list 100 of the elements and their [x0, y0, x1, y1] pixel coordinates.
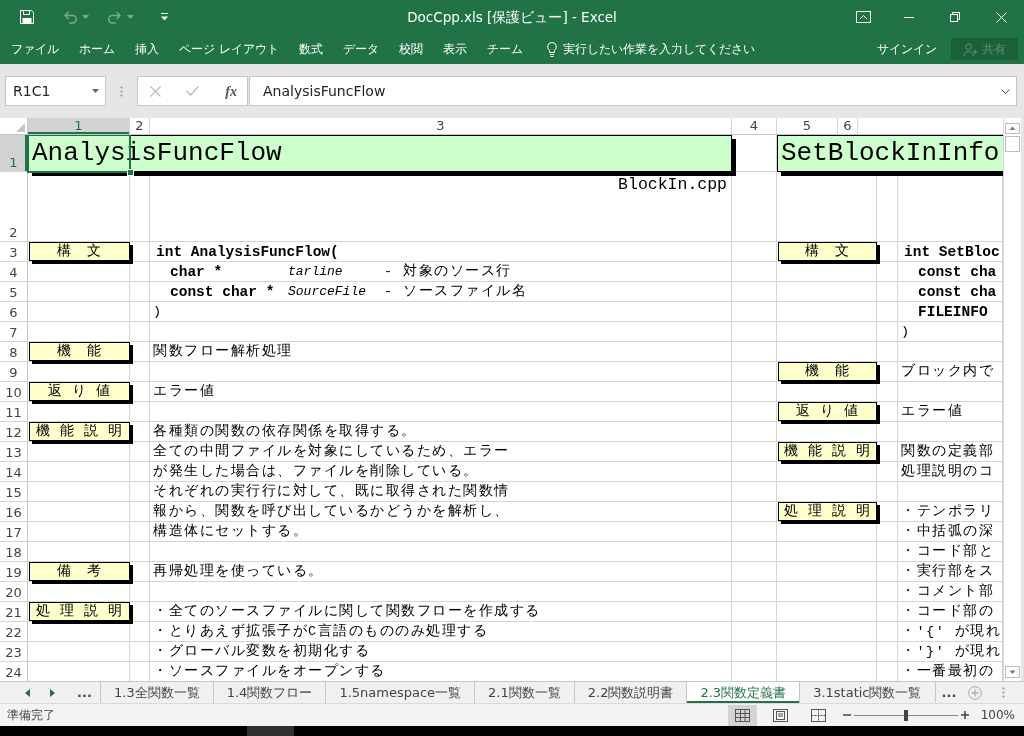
description-line: 関数フロー解析処理	[153, 344, 293, 360]
description-line: ・'}' が現れ	[901, 644, 1002, 660]
section-label: 返 り 値	[29, 382, 133, 404]
ribbon-tab[interactable]: ファイル	[1, 34, 69, 64]
section-label: 機 能	[29, 342, 133, 364]
sheet-tab[interactable]: 2.3関数定義書	[687, 682, 801, 703]
section-label: 構 文	[778, 242, 880, 264]
row-header[interactable]: 1	[0, 135, 28, 172]
section-label: 構 文	[29, 242, 133, 264]
grid-icon	[734, 708, 750, 722]
section-label: 返 り 値	[778, 402, 880, 424]
ribbon-tab[interactable]: 数式	[288, 34, 333, 64]
description-line: 処理説明のコ	[901, 464, 994, 480]
zoom-level-text[interactable]: 100%	[980, 706, 1015, 724]
description-line: ・コード部と	[901, 544, 994, 560]
column-header[interactable]: 3	[150, 118, 732, 134]
description-line: それぞれの実行行に対して、既に取得された関数情	[153, 484, 510, 500]
closing-parenthesis: )	[153, 304, 163, 320]
description-line: ・グローバル変数を初期化する	[153, 644, 370, 660]
column-header[interactable]: 6	[838, 118, 858, 134]
ribbon-tab[interactable]: 挿入	[125, 34, 169, 64]
plus-icon[interactable]	[960, 711, 969, 719]
section-label: 機 能	[778, 362, 880, 384]
section-label: 処 理 説 明	[29, 602, 133, 624]
description-line: ・ソースファイルをオープンする	[153, 664, 386, 680]
vertical-scrollbar[interactable]	[1003, 118, 1021, 681]
description-line: エラー値	[153, 384, 215, 400]
ribbon-tab[interactable]: 校閲	[388, 34, 433, 64]
parameter-type: const char *	[170, 283, 275, 301]
description-line: 構造体にセットする。	[153, 524, 308, 540]
closing-parenthesis: )	[901, 324, 911, 340]
description-line: ・全てのソースファイルに関して関数フローを作成する	[153, 604, 541, 620]
ribbon-tab[interactable]: ページ レイアウト	[169, 34, 289, 64]
description-line: ・'{' が現れ	[901, 624, 1002, 640]
chevron-down-icon[interactable]	[1001, 88, 1010, 94]
page-icon	[772, 708, 788, 722]
section-label: 処 理 説 明	[778, 502, 880, 524]
person-add-icon	[963, 41, 978, 57]
caret-icon[interactable]	[160, 13, 169, 21]
description-line: ・コード部の	[901, 604, 994, 620]
column-header[interactable]: 2	[130, 118, 150, 134]
ribbon-tab[interactable]: データ	[332, 34, 389, 64]
parameter-description: - 対象のソース行	[384, 264, 512, 280]
description-line: ・実行部をス	[901, 564, 994, 580]
normal-view-button[interactable]	[727, 704, 757, 726]
zoom-slider-thumb[interactable]	[903, 709, 908, 721]
fill-handle[interactable]	[127, 169, 134, 176]
check-icon[interactable]	[185, 86, 199, 96]
section-label: 備 考	[29, 562, 133, 584]
more-sheets-button[interactable]: ...	[939, 686, 959, 699]
triangle-icon	[16, 123, 25, 132]
function-title: SetBlockInInfo	[777, 135, 1003, 176]
description-line: 全ての中間ファイルを対象にしているため、エラー	[153, 444, 510, 460]
page-break-icon	[810, 708, 826, 722]
triangle-right-icon[interactable]	[50, 688, 55, 697]
description-line: エラー値	[901, 404, 963, 420]
scrollbar-thumb[interactable]	[1005, 136, 1020, 152]
description-line: ブロック内で	[901, 364, 994, 380]
triangle-left-icon[interactable]	[25, 688, 30, 697]
parameter-type: char *	[170, 263, 223, 281]
sign-in-link[interactable]: サインイン	[875, 40, 939, 58]
section-label: 機 能 説 明	[778, 442, 880, 464]
section-label: 機 能 説 明	[29, 422, 133, 444]
ribbon-tab[interactable]: ホーム	[69, 34, 125, 64]
description-line: ・一番最初の	[901, 664, 994, 680]
column-header[interactable]: 1	[28, 118, 130, 134]
signature-line: int SetBloc	[904, 243, 1000, 261]
save-icon[interactable]	[19, 9, 35, 25]
more-sheets-button[interactable]: ...	[75, 686, 94, 699]
parameter-name: SourceFile	[288, 284, 366, 300]
minimize-icon[interactable]	[904, 16, 914, 18]
close-icon[interactable]	[995, 11, 1007, 23]
ribbon-tab[interactable]: チーム	[476, 34, 533, 64]
ribbon-display-icon[interactable]	[855, 11, 871, 23]
ribbon-tab[interactable]: 表示	[432, 34, 477, 64]
formula-field[interactable]: AnalysisFuncFlow	[249, 76, 1017, 106]
minus-icon[interactable]	[842, 714, 851, 716]
restore-icon[interactable]	[950, 12, 960, 22]
parameter-description: - ソースファイル名	[384, 284, 528, 300]
status-text: 準備完了	[6, 707, 55, 724]
description-line: が発生した場合は、ファイルを削除している。	[153, 464, 479, 480]
column-header[interactable]: 4	[732, 118, 777, 134]
description-line: ・コメント部	[901, 584, 994, 600]
description-line: ・とりあえず拡張子がC言語のもののみ処理する	[153, 624, 489, 640]
signature-line: int AnalysisFuncFlow(	[156, 243, 339, 261]
column-header[interactable]: 5	[777, 118, 838, 134]
insert-function-button[interactable]: fx	[223, 80, 239, 102]
description-line: 関数の定義部	[901, 444, 994, 460]
caret-icon[interactable]	[92, 89, 99, 93]
name-box[interactable]: R1C1	[5, 76, 106, 106]
description-line: 各種類の関数の依存関係を取得する。	[153, 424, 417, 440]
description-line: ・テンポラリ	[901, 504, 994, 520]
lightbulb-icon	[546, 41, 557, 57]
parameter-type: const cha	[918, 263, 997, 281]
window-title: DocCpp.xls [保護ビュー] - Excel	[406, 7, 618, 27]
file-name: BlockIn.cpp	[618, 176, 727, 195]
description-line: 再帰処理を使っている。	[153, 564, 324, 580]
parameter-name: tarline	[288, 264, 343, 280]
parameter-type: const cha	[918, 283, 997, 301]
tell-me-button[interactable]: 実行したい作業を入力してください	[542, 36, 759, 62]
